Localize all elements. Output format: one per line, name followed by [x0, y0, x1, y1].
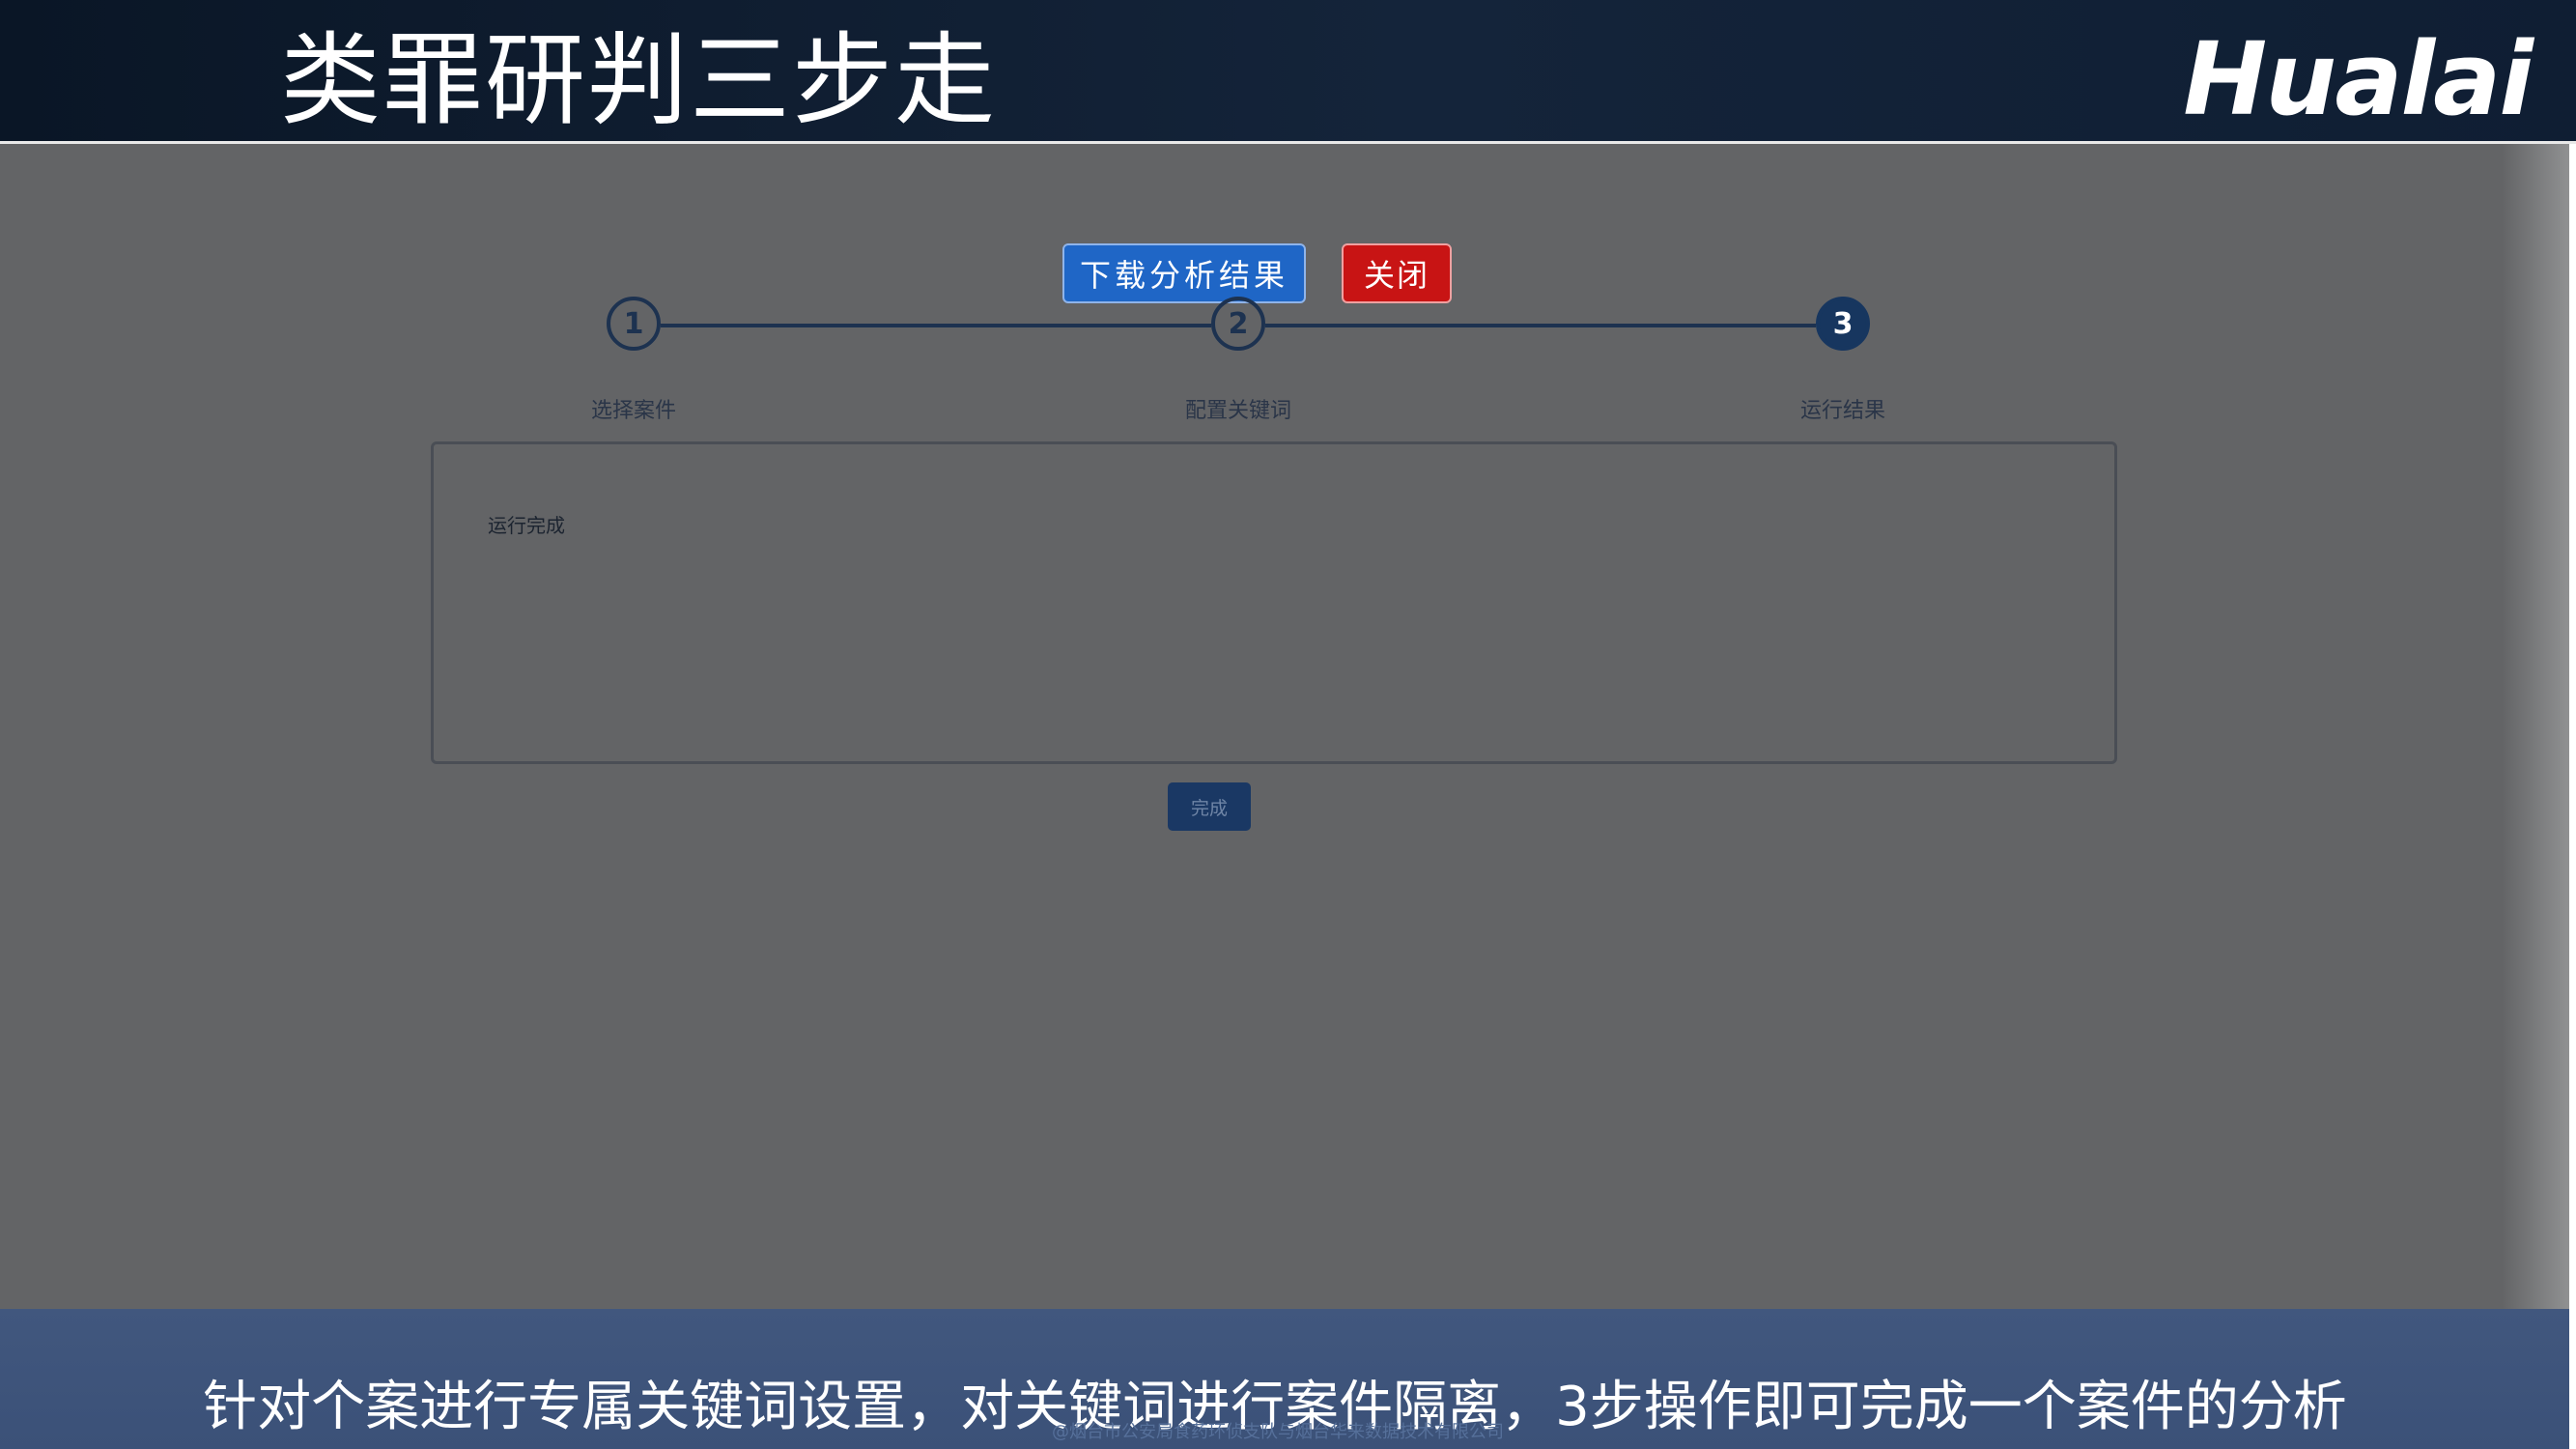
step-3-indicator[interactable]: 3 [1816, 297, 1870, 351]
step-1-label: 选择案件 [590, 399, 676, 423]
step-2-label: 配置关键词 [1184, 399, 1291, 423]
step-connector-1-2 [661, 324, 1211, 327]
download-results-button[interactable]: 下载分析结果 [1062, 243, 1306, 303]
result-panel [431, 441, 2117, 764]
copyright-footer: @烟台市公安局食药环侦支队与烟台华来数据技术有限公司 [1052, 1422, 1504, 1442]
slide-header: 类罪研判三步走 Hualai [0, 0, 2576, 143]
step-3-label: 运行结果 [1799, 399, 1885, 423]
right-edge [2569, 144, 2576, 1449]
brand-logo: Hualai [2183, 20, 2534, 138]
slide-title: 类罪研判三步走 [280, 21, 998, 139]
caption-bar: 针对个案进行专属关键词设置，对关键词进行案件隔离，3步操作即可完成一个案件的分析… [0, 1309, 2569, 1449]
step-2-indicator[interactable]: 2 [1211, 297, 1265, 351]
done-button[interactable]: 完成 [1168, 782, 1251, 831]
step-connector-2-3 [1265, 324, 1816, 327]
close-button[interactable]: 关闭 [1342, 243, 1452, 303]
app-screenshot-area: 下载分析结果 关闭 1 2 3 选择案件 配置关键词 运行结果 运行完成 完成 [0, 144, 2569, 1309]
stage-shadow [2502, 144, 2569, 1309]
run-status-text: 运行完成 [488, 514, 565, 537]
step-1-indicator[interactable]: 1 [607, 297, 661, 351]
